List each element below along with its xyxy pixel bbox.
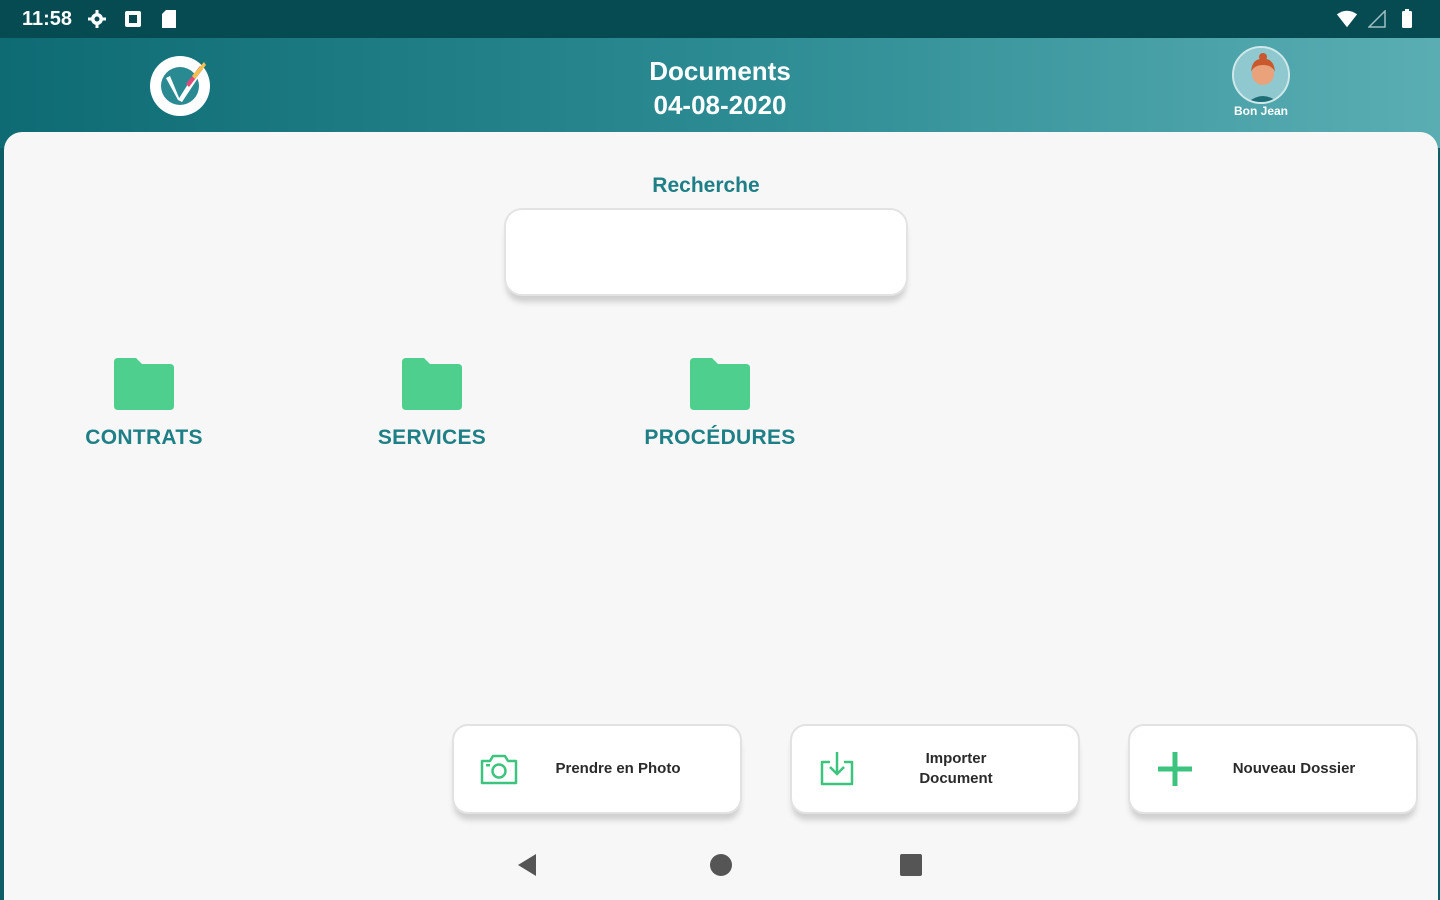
plus-icon <box>1158 752 1192 786</box>
signal-icon <box>1366 8 1388 30</box>
take-photo-button[interactable]: Prendre en Photo <box>452 724 742 814</box>
import-document-label: Importer Document <box>858 749 1054 789</box>
page-title-text: Documents <box>649 56 791 86</box>
folder-services[interactable]: SERVICES <box>322 356 542 450</box>
folder-contrats[interactable]: CONTRATS <box>34 356 254 450</box>
folder-label: CONTRATS <box>85 426 203 449</box>
folder-icon <box>402 358 462 410</box>
avatar[interactable] <box>1232 46 1290 104</box>
settings-icon <box>86 8 108 30</box>
import-document-button[interactable]: Importer Document <box>790 724 1080 814</box>
page-title: Documents 04-08-2020 <box>520 54 920 122</box>
take-photo-label: Prendre en Photo <box>555 760 681 777</box>
app-logo-icon[interactable] <box>148 54 212 118</box>
main-content: Recherche CONTRATS SERVICES PROCÉDURES P… <box>4 132 1438 900</box>
camera-icon <box>480 754 518 785</box>
folder-label: PROCÉDURES <box>644 426 796 449</box>
import-icon <box>820 752 854 786</box>
new-folder-label: Nouveau Dossier <box>1232 760 1356 777</box>
home-icon[interactable] <box>708 852 734 883</box>
new-folder-button[interactable]: Nouveau Dossier <box>1128 724 1418 814</box>
notification-icon <box>122 8 144 30</box>
user-name: Bon Jean <box>1233 104 1288 118</box>
folder-label: SERVICES <box>377 426 487 449</box>
navigation-bar <box>4 842 1438 890</box>
status-time: 11:58 <box>22 7 73 30</box>
folder-procedures[interactable]: PROCÉDURES <box>610 356 830 450</box>
search-label: Recherche <box>652 174 760 197</box>
wifi-icon <box>1336 8 1358 30</box>
search-input[interactable] <box>504 208 908 296</box>
folder-icon <box>114 358 174 410</box>
import-label-line2: Document <box>919 770 993 787</box>
user-profile[interactable]: Bon Jean <box>1218 46 1304 118</box>
page-date: 04-08-2020 <box>653 90 787 120</box>
battery-icon <box>1396 8 1418 30</box>
back-icon[interactable] <box>514 852 540 883</box>
recents-icon[interactable] <box>898 852 924 883</box>
sd-card-icon <box>158 8 180 30</box>
import-label-line1: Importer <box>925 750 987 767</box>
status-bar: 11:58 <box>0 0 1440 38</box>
folder-icon <box>690 358 750 410</box>
